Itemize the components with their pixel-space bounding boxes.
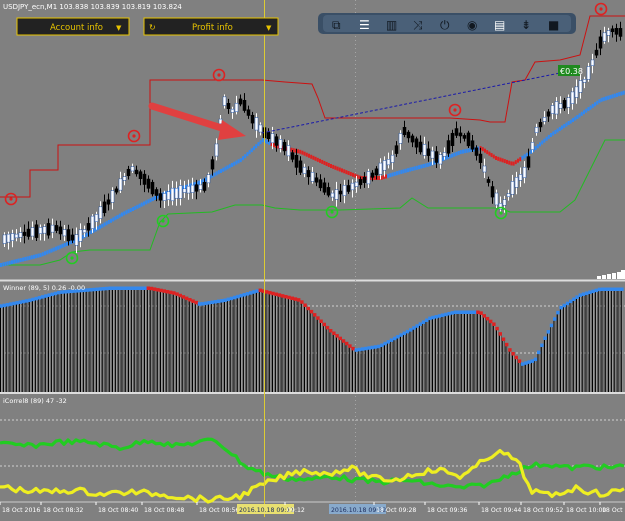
account-info-panel[interactable]: Account info ▼ — [17, 18, 129, 35]
svg-text:⇟: ⇟ — [521, 18, 531, 32]
time-label: 18 Oct 2016 — [0, 502, 40, 514]
time-axis: 18 Oct 201618 Oct 08:32 18 Oct 08:40 18 Oc… — [0, 502, 625, 514]
time-label: 18 Oct 08:48 — [142, 502, 184, 514]
svg-text:⏻: ⏻ — [440, 18, 450, 32]
camera-icon[interactable]: ■ — [548, 18, 559, 32]
candle — [467, 131, 470, 148]
svg-text:18 Oct 2016: 18 Oct 2016 — [2, 507, 40, 514]
toolbar: ⧉ ☰ ▥ ⤨ ⏻ ◉ ▤ ⇟ ■ — [318, 13, 576, 34]
winner-indicator-label: Winner (89, 5) 0.26 -0.00 — [3, 284, 85, 292]
icorrel-indicator-label: iCorrel8 (89) 47 -32 — [3, 397, 67, 405]
time-label: 18 Oct 08:56 — [197, 502, 239, 514]
chevron-down-icon[interactable]: ▼ — [266, 24, 272, 32]
time-label: 18 Oct 09:44 — [479, 502, 521, 514]
window-icon[interactable]: ⧉ — [332, 18, 341, 32]
time-label: 18 Oct 09:52 — [521, 502, 563, 514]
time-label: 2016.10.18 09:11 — [237, 504, 294, 514]
refresh-icon[interactable]: ↻ — [149, 23, 156, 32]
svg-text:☰: ☰ — [359, 18, 370, 32]
mt4-chart-window: €0.38 USDJPY_ecn,M1 103.838 103.839 103.… — [0, 0, 625, 517]
icorrel-pane[interactable] — [0, 394, 625, 502]
svg-text:2016.10.18 09:11: 2016.10.18 09:11 — [239, 507, 294, 514]
svg-text:18 Oct 09:36: 18 Oct 09:36 — [427, 507, 467, 514]
time-label: 18 Oct 09:28 — [374, 502, 416, 514]
price-badge: €0.38 — [560, 67, 583, 76]
svg-text:18 Oct 08:40: 18 Oct 08:40 — [98, 507, 138, 514]
eye-icon[interactable]: ◉ — [467, 18, 477, 32]
time-label: 18 Oct 10:08 — [600, 502, 625, 514]
trash-icon[interactable]: ▤ — [494, 18, 505, 32]
svg-text:⧉: ⧉ — [332, 18, 341, 32]
time-label: 18 Oct 09:36 — [425, 502, 467, 514]
svg-text:18 Oct 08:32: 18 Oct 08:32 — [43, 507, 83, 514]
chevron-down-icon[interactable]: ▼ — [116, 24, 122, 32]
time-label: 09:12 — [285, 502, 305, 514]
svg-text:18 Oct 08:56: 18 Oct 08:56 — [199, 507, 239, 514]
scale-icon[interactable]: ⇟ — [521, 18, 531, 32]
svg-text:18 Oct 10:08: 18 Oct 10:08 — [602, 507, 625, 514]
svg-text:▤: ▤ — [494, 18, 505, 32]
svg-text:18 Oct 09:44: 18 Oct 09:44 — [481, 507, 521, 514]
chart-symbol-line: USDJPY_ecn,M1 103.838 103.839 103.819 10… — [3, 3, 182, 11]
svg-text:18 Oct 09:52: 18 Oct 09:52 — [523, 507, 563, 514]
time-label: 18 Oct 08:40 — [96, 502, 138, 514]
svg-text:■: ■ — [548, 18, 559, 32]
svg-text:09:12: 09:12 — [287, 507, 305, 514]
account-info-label: Account info — [50, 23, 103, 33]
svg-text:⤨: ⤨ — [413, 18, 423, 32]
svg-text:◉: ◉ — [467, 18, 477, 32]
svg-text:18 Oct 09:28: 18 Oct 09:28 — [376, 507, 416, 514]
chart-canvas[interactable]: €0.38 USDJPY_ecn,M1 103.838 103.839 103.… — [0, 0, 625, 517]
profit-info-label: Profit info — [192, 23, 233, 33]
candle — [151, 180, 154, 197]
time-label: 18 Oct 08:32 — [41, 502, 83, 514]
power-icon[interactable]: ⏻ — [440, 18, 450, 32]
svg-text:▥: ▥ — [386, 18, 397, 32]
menu-lines-icon[interactable]: ☰ — [359, 18, 370, 32]
chart-bars-icon[interactable]: ▥ — [386, 18, 397, 32]
svg-text:18 Oct 08:48: 18 Oct 08:48 — [144, 507, 184, 514]
svg-text:18 Oct 10:00: 18 Oct 10:00 — [566, 507, 606, 514]
profit-info-panel[interactable]: ↻ Profit info ▼ — [144, 18, 278, 35]
main-pane[interactable] — [0, 0, 625, 279]
shuffle-icon[interactable]: ⤨ — [413, 18, 423, 32]
